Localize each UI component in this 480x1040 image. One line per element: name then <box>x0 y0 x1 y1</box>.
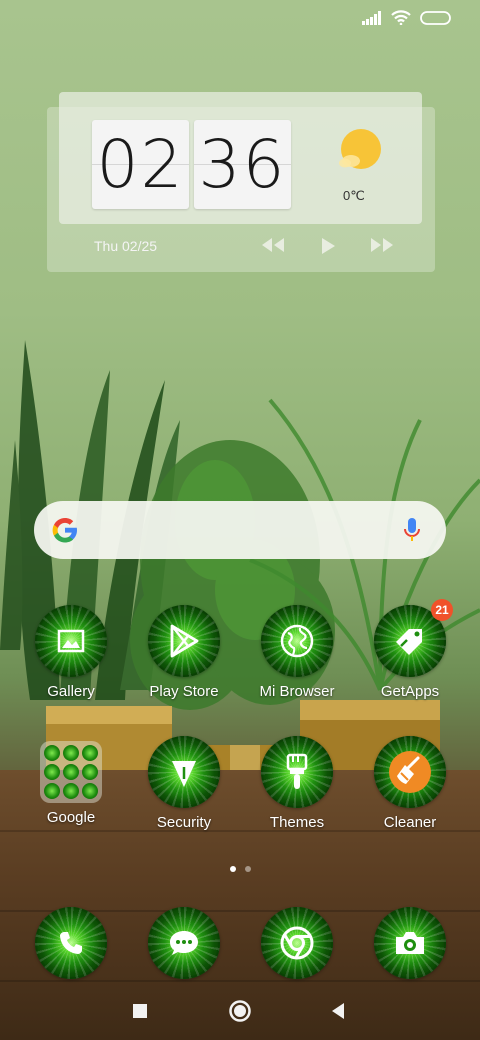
dock-chrome[interactable] <box>252 907 342 979</box>
app-icon <box>374 907 446 979</box>
mic-icon[interactable] <box>403 517 421 548</box>
google-g-icon <box>51 516 79 549</box>
google-search-bar[interactable] <box>34 501 446 559</box>
notification-badge: 21 <box>431 599 453 621</box>
back-icon[interactable] <box>323 996 353 1026</box>
clock-weather-widget[interactable]: 02 36 0℃ Thu 02/25 <box>47 92 435 272</box>
app-icon <box>261 907 333 979</box>
app-mi-browser[interactable]: Mi Browser <box>252 605 342 700</box>
dock-messaging[interactable] <box>139 907 229 979</box>
app-icon <box>35 605 107 677</box>
app-icon <box>261 736 333 808</box>
play-store-icon <box>148 605 220 677</box>
app-play-store[interactable]: Play Store <box>139 605 229 700</box>
app-icon <box>148 605 220 677</box>
folder-icon <box>40 741 102 803</box>
paintbrush-icon <box>261 736 333 808</box>
app-label: GetApps <box>380 683 440 700</box>
signal-icon <box>362 10 382 25</box>
app-icon <box>148 907 220 979</box>
app-label: Mi Browser <box>259 683 335 700</box>
page-dot-active <box>229 866 236 872</box>
dock-phone[interactable] <box>26 907 116 979</box>
mini-photos-icon <box>82 783 98 799</box>
app-folder-google[interactable]: Google <box>26 736 116 826</box>
app-label: Themes <box>269 814 325 831</box>
temperature-label: 0℃ <box>343 188 365 203</box>
app-themes[interactable]: Themes <box>252 736 342 831</box>
app-gallery[interactable]: Gallery <box>26 605 116 700</box>
mini-maps-icon <box>82 745 98 761</box>
phone-icon <box>35 907 107 979</box>
play-icon[interactable] <box>319 237 337 255</box>
app-label: Security <box>156 814 212 831</box>
dock-camera[interactable] <box>365 907 455 979</box>
recents-icon[interactable] <box>125 996 155 1026</box>
app-label: Google <box>46 809 96 826</box>
broom-icon <box>374 736 446 808</box>
app-icon <box>148 736 220 808</box>
app-icon <box>374 736 446 808</box>
app-icon <box>261 605 333 677</box>
chrome-icon <box>261 907 333 979</box>
previous-icon[interactable] <box>260 237 286 253</box>
mini-drive-icon <box>63 764 79 780</box>
app-label: Play Store <box>149 683 219 700</box>
home-icon[interactable] <box>225 996 255 1026</box>
wifi-icon <box>391 10 411 25</box>
page-dot <box>244 866 251 872</box>
camera-icon <box>374 907 446 979</box>
date-label: Thu 02/25 <box>94 238 158 254</box>
mini-duo-icon <box>63 783 79 799</box>
mini-google-icon <box>44 745 60 761</box>
app-security[interactable]: Security <box>139 736 229 831</box>
mini-movies-icon <box>44 783 60 799</box>
app-label: Gallery <box>47 683 95 700</box>
page-indicator[interactable] <box>0 866 480 872</box>
app-icon <box>35 907 107 979</box>
app-label: Cleaner <box>383 814 437 831</box>
next-icon[interactable] <box>369 237 395 253</box>
message-icon <box>148 907 220 979</box>
clock-minutes: 36 <box>194 120 291 209</box>
mini-youtube-icon <box>44 764 60 780</box>
mini-gmail-icon <box>63 745 79 761</box>
battery-icon <box>420 10 452 25</box>
shield-icon <box>148 736 220 808</box>
clock-hours: 02 <box>92 120 189 209</box>
globe-icon <box>261 605 333 677</box>
status-bar <box>362 10 452 25</box>
mini-music-icon <box>82 764 98 780</box>
app-getapps[interactable]: 21 GetApps <box>365 599 455 700</box>
partly-cloudy-icon <box>337 129 385 178</box>
navigation-bar <box>0 996 480 1026</box>
app-cleaner[interactable]: Cleaner <box>365 736 455 831</box>
gallery-icon <box>35 605 107 677</box>
